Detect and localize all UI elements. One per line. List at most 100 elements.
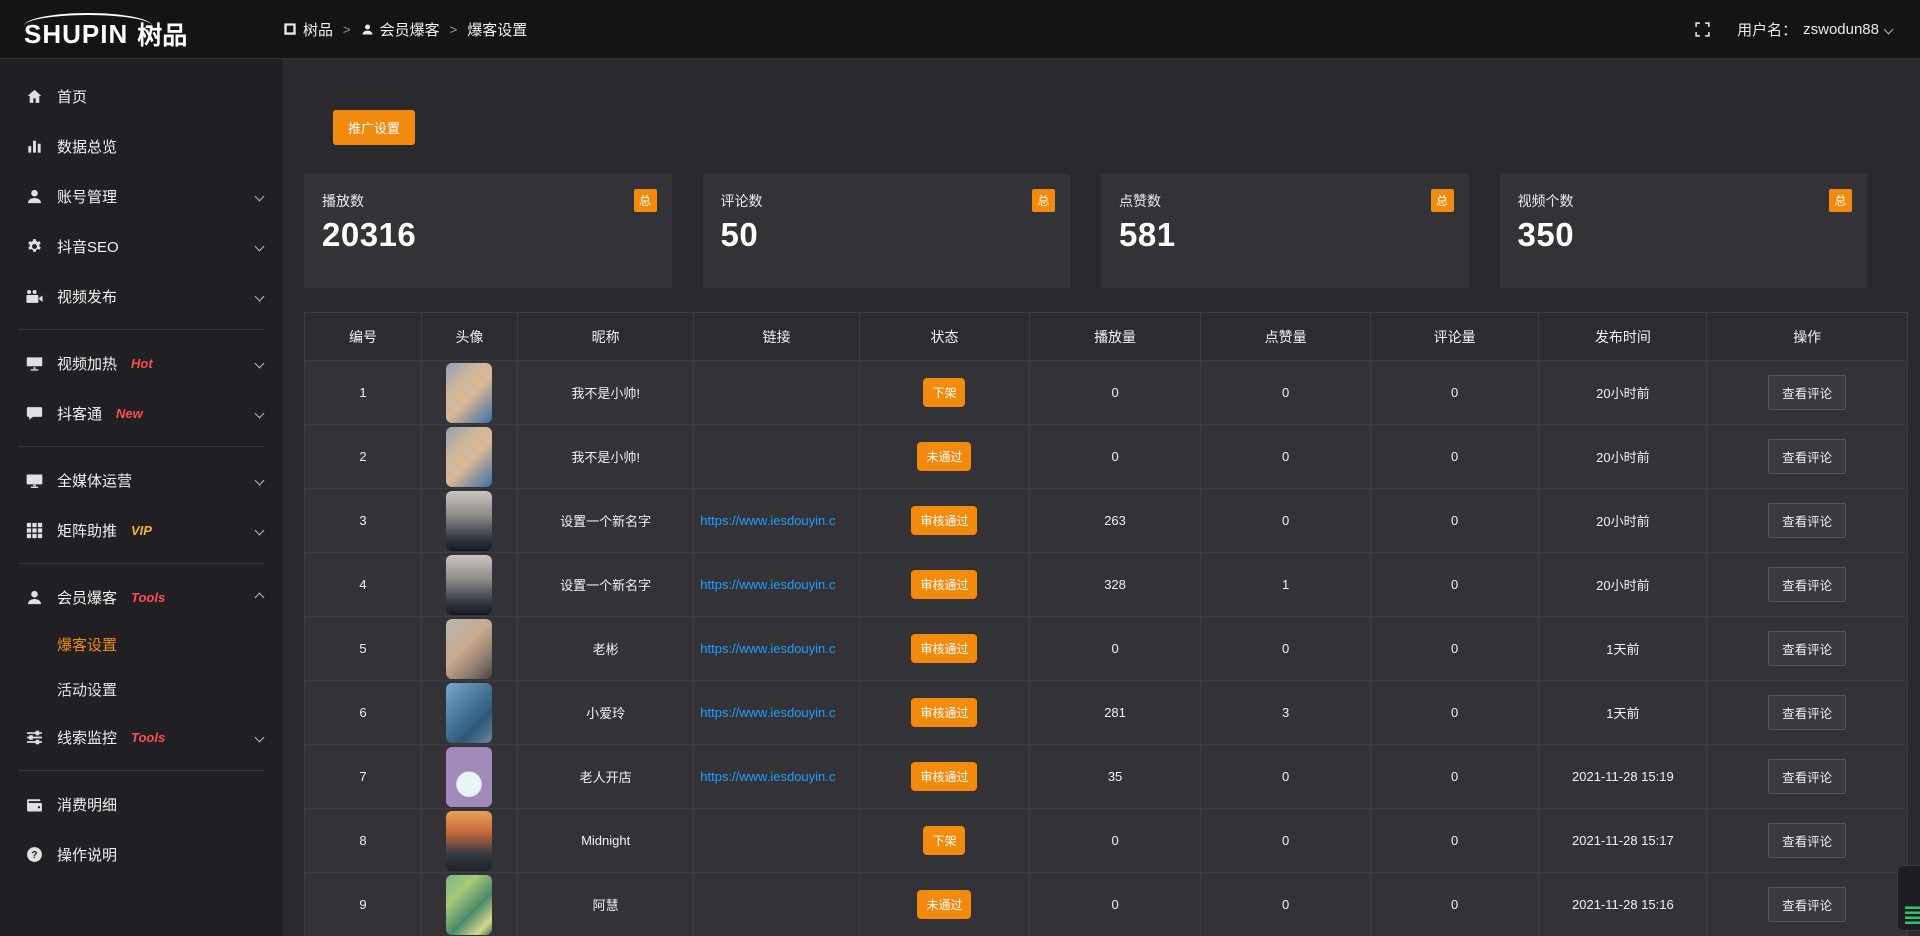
- cell-plays: 281: [1030, 681, 1201, 744]
- sidebar: 首页 数据总览 账号管理 抖音SEO 视频发布 视频加热 Hot: [0, 59, 283, 936]
- col-header-comments: 评论量: [1371, 313, 1539, 360]
- table-row: 1 我不是小帅! 下架 0 0 0 20小时前 查看评论: [305, 361, 1907, 425]
- sidebar-item-account-mgmt[interactable]: 账号管理: [0, 171, 283, 221]
- cell-plays: 0: [1030, 873, 1201, 936]
- col-header-link: 链接: [694, 313, 860, 360]
- stat-value: 20316: [322, 216, 654, 254]
- cell-comments: 0: [1371, 809, 1539, 872]
- view-comments-button[interactable]: 查看评论: [1768, 823, 1846, 858]
- vip-badge: VIP: [131, 523, 152, 538]
- grid-icon: [26, 522, 43, 539]
- hot-badge: Hot: [131, 356, 153, 371]
- status-badge: 审核通过: [911, 698, 977, 727]
- cell-likes: 0: [1201, 425, 1371, 488]
- sidebar-subitem-baoke-settings[interactable]: 爆客设置: [0, 622, 283, 667]
- sidebar-item-member-baoke[interactable]: 会员爆客 Tools: [0, 572, 283, 622]
- sidebar-item-lead-monitor[interactable]: 线索监控 Tools: [0, 712, 283, 762]
- cell-nickname: 我不是小帅!: [518, 361, 694, 424]
- sidebar-subitem-label: 活动设置: [57, 679, 117, 700]
- status-badge: 审核通过: [911, 506, 977, 535]
- col-header-plays: 播放量: [1030, 313, 1201, 360]
- cell-comments: 0: [1371, 745, 1539, 808]
- view-comments-button[interactable]: 查看评论: [1768, 439, 1846, 474]
- cell-id: 6: [305, 681, 422, 744]
- chat-icon: [26, 405, 43, 422]
- video-link[interactable]: https://www.iesdouyin.c: [700, 641, 853, 656]
- view-comments-button[interactable]: 查看评论: [1768, 375, 1846, 410]
- cell-id: 1: [305, 361, 422, 424]
- home-icon: [26, 88, 43, 105]
- user-menu[interactable]: 用户名： zswodun88: [1737, 19, 1892, 40]
- chevron-down-icon: [255, 408, 265, 418]
- cell-comments: 0: [1371, 553, 1539, 616]
- avatar: [446, 491, 492, 551]
- view-comments-button[interactable]: 查看评论: [1768, 631, 1846, 666]
- view-comments-button[interactable]: 查看评论: [1768, 503, 1846, 538]
- user-icon: [26, 589, 43, 606]
- cell-likes: 0: [1201, 361, 1371, 424]
- stat-value: 350: [1518, 216, 1850, 254]
- sidebar-item-omnimedia[interactable]: 全媒体运营: [0, 455, 283, 505]
- col-header-id: 编号: [305, 313, 422, 360]
- table-row: 7 老人开店 https://www.iesdouyin.c 审核通过 35 0…: [305, 745, 1907, 809]
- table-row: 6 小爱玲 https://www.iesdouyin.c 审核通过 281 3…: [305, 681, 1907, 745]
- video-camera-icon: [26, 288, 43, 305]
- chevron-down-icon: [255, 291, 265, 301]
- username-label: 用户名：: [1737, 19, 1797, 40]
- stat-card-comments: 评论数 50 总: [703, 174, 1071, 288]
- view-comments-button[interactable]: 查看评论: [1768, 759, 1846, 794]
- cell-time: 20小时前: [1539, 489, 1707, 552]
- cell-time: 2021-11-28 15:16: [1539, 873, 1707, 936]
- promo-settings-button[interactable]: 推广设置: [333, 110, 415, 145]
- sidebar-item-douketong[interactable]: 抖客通 New: [0, 388, 283, 438]
- tv-icon: [26, 355, 43, 372]
- cell-comments: 0: [1371, 361, 1539, 424]
- status-badge: 下架: [923, 378, 965, 407]
- cell-comments: 0: [1371, 681, 1539, 744]
- breadcrumb-item-section[interactable]: 会员爆客: [361, 19, 440, 40]
- avatar: [446, 427, 492, 487]
- total-badge: 总: [1829, 189, 1852, 212]
- breadcrumb-item-home[interactable]: 树品: [283, 19, 333, 40]
- video-link[interactable]: https://www.iesdouyin.c: [700, 513, 853, 528]
- view-comments-button[interactable]: 查看评论: [1768, 695, 1846, 730]
- avatar: [446, 875, 492, 935]
- cell-comments: 0: [1371, 617, 1539, 680]
- sidebar-item-matrix-boost[interactable]: 矩阵助推 VIP: [0, 505, 283, 555]
- sidebar-item-video-publish[interactable]: 视频发布: [0, 271, 283, 321]
- topbar-right: 用户名： zswodun88: [1694, 19, 1920, 40]
- sidebar-item-douyin-seo[interactable]: 抖音SEO: [0, 221, 283, 271]
- video-link[interactable]: https://www.iesdouyin.c: [700, 577, 853, 592]
- fullscreen-icon[interactable]: [1694, 21, 1711, 38]
- avatar: [446, 555, 492, 615]
- cell-plays: 328: [1030, 553, 1201, 616]
- sidebar-subitem-activity-settings[interactable]: 活动设置: [0, 667, 283, 712]
- breadcrumb-separator: >: [450, 22, 458, 37]
- cell-plays: 0: [1030, 425, 1201, 488]
- video-link[interactable]: https://www.iesdouyin.c: [700, 769, 853, 784]
- view-comments-button[interactable]: 查看评论: [1768, 887, 1846, 922]
- status-badge: 未通过: [917, 890, 971, 919]
- app-logo[interactable]: SHUPIN 树品: [0, 6, 283, 52]
- sidebar-item-label: 矩阵助推: [57, 520, 117, 541]
- sidebar-item-home[interactable]: 首页: [0, 71, 283, 121]
- view-comments-button[interactable]: 查看评论: [1768, 567, 1846, 602]
- status-badge: 审核通过: [911, 570, 977, 599]
- sidebar-item-spend-detail[interactable]: 消费明细: [0, 779, 283, 829]
- tools-badge: Tools: [131, 590, 165, 605]
- stat-card-likes: 点赞数 581 总: [1101, 174, 1469, 288]
- status-badge: 审核通过: [911, 762, 977, 791]
- chevron-down-icon: [1884, 24, 1894, 34]
- col-header-status: 状态: [860, 313, 1030, 360]
- person-icon: [361, 23, 374, 36]
- sidebar-item-data-overview[interactable]: 数据总览: [0, 121, 283, 171]
- video-link[interactable]: https://www.iesdouyin.c: [700, 705, 853, 720]
- sidebar-item-video-heat[interactable]: 视频加热 Hot: [0, 338, 283, 388]
- sidebar-divider: [18, 770, 265, 771]
- total-badge: 总: [634, 189, 657, 212]
- cell-comments: 0: [1371, 873, 1539, 936]
- cell-time: 1天前: [1539, 681, 1707, 744]
- sidebar-item-help[interactable]: ? 操作说明: [0, 829, 283, 879]
- floating-widget[interactable]: [1897, 865, 1920, 931]
- cell-nickname: 阿慧: [518, 873, 694, 936]
